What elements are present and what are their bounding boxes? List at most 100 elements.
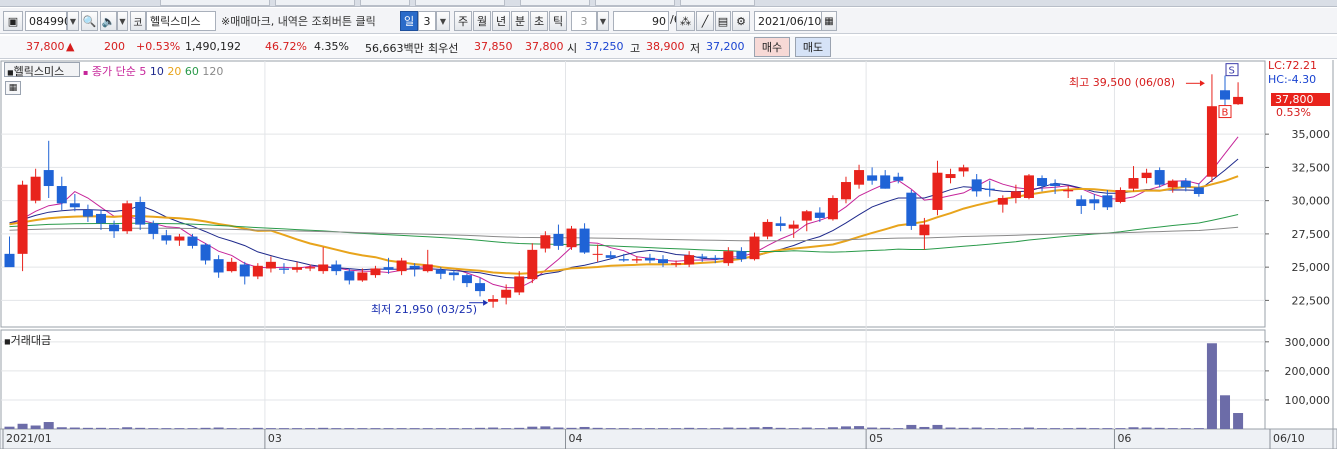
- candle-body: [684, 255, 695, 265]
- speaker-icon[interactable]: 🔈: [100, 11, 117, 31]
- period-tick-button[interactable]: 틱: [549, 11, 567, 31]
- volume-bar: [997, 428, 1008, 429]
- tab[interactable]: [415, 0, 505, 6]
- price-tick-label: 35,000: [1292, 128, 1331, 141]
- calendar-icon[interactable]: ▦: [821, 11, 837, 31]
- volume-bar: [605, 428, 616, 429]
- candle-body: [697, 256, 708, 258]
- search-icon[interactable]: 🔍: [81, 11, 98, 31]
- candle-body: [880, 175, 891, 189]
- count-input[interactable]: 90: [613, 11, 669, 31]
- candle-body: [4, 253, 15, 268]
- candle-body: [1076, 199, 1087, 206]
- period-minute-button[interactable]: 분: [511, 11, 529, 31]
- chart-toolbar: ▣ 084990 ▼ 🔍 🔈 ▼ 코 헬릭스미스 ※매매마크, 내역은 조회버튼…: [0, 8, 1337, 34]
- chevron-down-icon[interactable]: ▼: [117, 11, 128, 31]
- chevron-down-icon[interactable]: ▼: [436, 11, 450, 31]
- gear-icon[interactable]: ⚙: [732, 11, 750, 31]
- tab[interactable]: [360, 0, 410, 6]
- window-icon[interactable]: ▣: [3, 11, 23, 31]
- ma-label: 종가 단순: [91, 65, 136, 78]
- tab[interactable]: [595, 0, 675, 6]
- volume-bar: [566, 427, 577, 429]
- volume-bar: [396, 428, 407, 429]
- candle-body: [370, 268, 381, 276]
- volume-bar: [187, 428, 198, 429]
- volume-bar: [122, 427, 133, 429]
- price-tick-label: 27,500: [1292, 228, 1331, 241]
- candle-body: [723, 251, 734, 264]
- period-year-button[interactable]: 년: [492, 11, 510, 31]
- candle-body: [762, 221, 773, 237]
- volume-bar: [618, 428, 629, 429]
- chart-area[interactable]: 22,500 25,000 27,500 30,000 32,500 35,000 100,…: [0, 59, 1337, 449]
- stock-name-field[interactable]: 헬릭스미스: [146, 11, 216, 31]
- candle-body: [122, 203, 133, 232]
- volume-bar: [775, 427, 786, 429]
- save-icon[interactable]: ▤: [715, 11, 731, 31]
- volume-tick-label: 100,000: [1285, 394, 1331, 407]
- volume-bar: [213, 427, 224, 429]
- stock-code-input[interactable]: 084990: [25, 11, 71, 31]
- candle-body: [867, 175, 878, 181]
- draw-line-icon[interactable]: ╱: [696, 11, 714, 31]
- period-day-button[interactable]: 일: [400, 11, 418, 31]
- date-input[interactable]: 2021/06/10: [754, 11, 822, 31]
- best-bid: 37,800: [525, 40, 564, 53]
- ma20-label: 20: [167, 65, 182, 78]
- volume-bar: [265, 428, 276, 429]
- stock-legend-box[interactable]: ◼헬릭스미스: [4, 62, 80, 78]
- volume-bar: [174, 428, 185, 429]
- volume-panel-frame: [0, 329, 1266, 430]
- volume-bar: [1233, 413, 1244, 429]
- ma120-label: 120: [202, 65, 224, 78]
- candle-body: [984, 188, 995, 191]
- calculator-icon[interactable]: ▦: [5, 81, 21, 95]
- candle-body: [475, 283, 486, 292]
- tab[interactable]: [520, 0, 590, 6]
- volume-bar: [1010, 428, 1021, 429]
- sell-button[interactable]: 매도: [795, 37, 831, 57]
- tab[interactable]: [680, 0, 755, 6]
- period-n-input[interactable]: 3: [418, 11, 436, 31]
- period-week-button[interactable]: 주: [454, 11, 472, 31]
- volume-bar: [1141, 427, 1152, 429]
- candlestick-chart[interactable]: 22,500 25,000 27,500 30,000 32,500 35,000 100,…: [0, 60, 1337, 449]
- period-month-button[interactable]: 월: [473, 11, 491, 31]
- candle-body: [1115, 190, 1126, 202]
- tab[interactable]: [275, 0, 355, 6]
- candle-body: [540, 235, 551, 249]
- candle-body: [1102, 195, 1113, 208]
- candle-body: [305, 267, 316, 269]
- candle-body: [161, 235, 172, 241]
- ma-legend: ▪ 종가 단순 5 10 20 60 120: [83, 63, 223, 79]
- volume-bar: [840, 426, 851, 429]
- volume-bar: [448, 428, 459, 429]
- volume-bar: [383, 428, 394, 429]
- candle-body: [775, 223, 786, 226]
- chart-tools-icon[interactable]: ⁂: [676, 11, 695, 31]
- tab[interactable]: [160, 0, 270, 6]
- period-second-button[interactable]: 초: [530, 11, 548, 31]
- volume-bar: [1128, 427, 1139, 429]
- chevron-down-icon[interactable]: ▼: [67, 11, 79, 31]
- candle-body: [854, 170, 865, 185]
- tick-count-input[interactable]: 3: [571, 11, 597, 31]
- volume-bar: [1037, 428, 1048, 429]
- volume-bar: [527, 426, 538, 429]
- candle-body: [488, 299, 499, 302]
- candle-body: [135, 201, 146, 225]
- buy-button[interactable]: 매수: [754, 37, 790, 57]
- chevron-down-icon[interactable]: ▼: [597, 11, 609, 31]
- candle-body: [292, 267, 303, 270]
- volume-bar: [971, 427, 982, 429]
- volume-bar: [932, 424, 943, 429]
- candle-body: [801, 211, 812, 221]
- candle-body: [945, 174, 956, 179]
- candle-body: [56, 186, 67, 204]
- volume-bar: [292, 428, 303, 429]
- candle-body: [971, 179, 982, 192]
- volume-bar: [305, 428, 316, 429]
- volume-bar: [1089, 428, 1100, 429]
- volume-bar: [30, 425, 41, 429]
